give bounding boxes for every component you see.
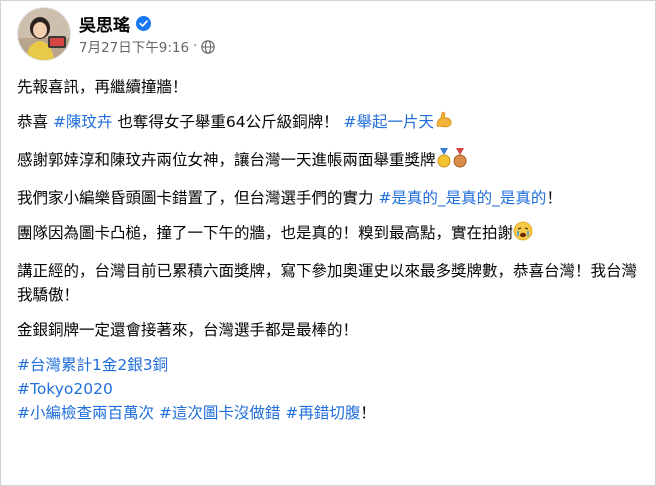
globe-icon[interactable] xyxy=(201,39,215,54)
paragraph-text: 我們家小編樂昏頭圖卡錯置了，但台灣選手們的實力 xyxy=(17,189,379,207)
verified-badge-icon xyxy=(136,16,151,31)
paragraph-text: 講正經的，台灣目前已累積六面獎牌，寫下參加奧運史以來最多獎牌數，恭喜台灣！我台灣… xyxy=(17,262,638,304)
bronze-medal-emoji xyxy=(452,148,468,175)
paragraph-5: 團隊因為圖卡凸槌，撞了一下午的牆，也是真的！糗到最高點，實在拍謝 xyxy=(17,221,642,248)
facebook-post: 吳思瑤 7月27日下午9:16 · 先報喜訊，再繼續撞牆！ 恭喜 #陳玟卉 也奪… xyxy=(0,0,656,486)
paragraph-text: 恭喜 xyxy=(17,113,53,131)
paragraph-text: 團隊因為圖卡凸槌，撞了一下午的牆，也是真的！糗到最高點，實在拍謝 xyxy=(17,224,514,242)
post-body: 先報喜訊，再繼續撞牆！ 恭喜 #陳玟卉 也奪得女子舉重64公斤級銅牌！ #舉起一… xyxy=(17,75,642,425)
hashtag-link[interactable]: #是真的_是真的_是真的 xyxy=(378,189,546,207)
hashtag-link[interactable]: #陳玟卉 xyxy=(53,113,113,131)
flexed-biceps-emoji xyxy=(434,110,454,137)
hashtag-line-3: #小編檢查兩百萬次 #這次圖卡沒做錯 #再錯切腹！ xyxy=(17,401,642,425)
weary-face-emoji xyxy=(513,221,533,248)
hashtag-link[interactable]: #小編檢查兩百萬次 xyxy=(17,404,154,422)
gold-medal-emoji xyxy=(436,148,452,175)
profile-photo-icon xyxy=(18,8,70,60)
paragraph-4: 我們家小編樂昏頭圖卡錯置了，但台灣選手們的實力 #是真的_是真的_是真的！ xyxy=(17,186,642,210)
paragraph-7: 金銀銅牌一定還會接著來，台灣選手都是最棒的！ xyxy=(17,318,642,342)
paragraph-text: 金銀銅牌一定還會接著來，台灣選手都是最棒的！ xyxy=(17,321,359,339)
paragraph-text: 也奪得女子舉重64公斤級銅牌！ xyxy=(112,113,344,131)
paragraph-3: 感謝郭婞淳和陳玟卉兩位女神，讓台灣一天進帳兩面舉重獎牌 xyxy=(17,148,642,175)
paragraph-1: 先報喜訊，再繼續撞牆！ xyxy=(17,75,642,99)
post-meta: 7月27日下午9:16 · xyxy=(79,36,215,56)
hashtag-line-1: #台灣累計1金2銀3銅 xyxy=(17,353,642,377)
hashtag-link[interactable]: #舉起一片天 xyxy=(344,113,435,131)
post-timestamp[interactable]: 7月27日下午9:16 xyxy=(79,36,189,56)
paragraph-text: 感謝郭婞淳和陳玟卉兩位女神，讓台灣一天進帳兩面舉重獎牌 xyxy=(17,151,436,169)
hashtag-link[interactable]: #這次圖卡沒做錯 xyxy=(159,404,281,422)
paragraph-6: 講正經的，台灣目前已累積六面獎牌，寫下參加奧運史以來最多獎牌數，恭喜台灣！我台灣… xyxy=(17,259,642,307)
hashtag-link[interactable]: #再錯切腹 xyxy=(285,404,360,422)
hashtag-line-2: #Tokyo2020 xyxy=(17,377,642,401)
author-name[interactable]: 吳思瑤 xyxy=(79,11,130,36)
paragraph-text: ！ xyxy=(360,404,376,422)
hashtag-link[interactable]: #Tokyo2020 xyxy=(17,380,113,398)
paragraph-text: 先報喜訊，再繼續撞牆！ xyxy=(17,78,188,96)
meta-separator: · xyxy=(193,38,198,54)
paragraph-text: ！ xyxy=(546,189,562,207)
avatar[interactable] xyxy=(17,7,71,61)
hashtag-link[interactable]: #台灣累計1金2銀3銅 xyxy=(17,356,168,374)
paragraph-2: 恭喜 #陳玟卉 也奪得女子舉重64公斤級銅牌！ #舉起一片天 xyxy=(17,110,642,137)
author-row: 吳思瑤 xyxy=(79,11,151,36)
